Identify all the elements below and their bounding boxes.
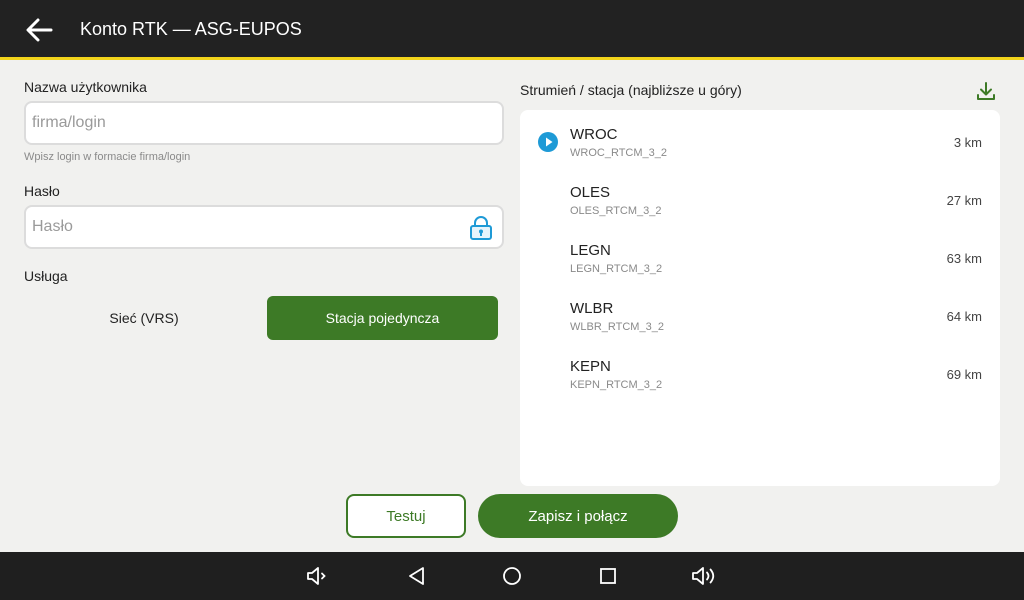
password-input[interactable] bbox=[32, 207, 452, 247]
station-stream: WROC_RTCM_3_2 bbox=[570, 147, 667, 159]
username-field[interactable] bbox=[24, 101, 504, 145]
volume-up-icon[interactable] bbox=[690, 564, 720, 588]
station-distance: 3 km bbox=[953, 135, 982, 150]
station-distance: 63 km bbox=[946, 251, 982, 266]
service-option-single-station[interactable]: Stacja pojedyncza bbox=[267, 296, 498, 340]
station-row-wlbr[interactable]: WLBR WLBR_RTCM_3_2 64 km bbox=[520, 290, 1000, 348]
stations-header: Strumień / stacja (najbliższe u góry) bbox=[520, 82, 742, 98]
station-row-legn[interactable]: LEGN LEGN_RTCM_3_2 63 km bbox=[520, 232, 1000, 290]
station-distance: 64 km bbox=[946, 309, 982, 324]
station-name: WROC bbox=[570, 126, 618, 143]
station-stream: KEPN_RTCM_3_2 bbox=[570, 379, 663, 391]
back-triangle-icon[interactable] bbox=[404, 564, 430, 588]
volume-down-icon[interactable] bbox=[305, 564, 331, 588]
station-stream: LEGN_RTCM_3_2 bbox=[570, 263, 663, 275]
station-row-oles[interactable]: OLES OLES_RTCM_3_2 27 km bbox=[520, 174, 1000, 232]
arrow-left-icon bbox=[26, 18, 53, 42]
download-icon[interactable] bbox=[975, 80, 997, 102]
username-label: Nazwa użytkownika bbox=[24, 79, 147, 95]
save-and-connect-button[interactable]: Zapisz i połącz bbox=[478, 494, 678, 538]
station-row-wroc[interactable]: WROC WROC_RTCM_3_2 3 km bbox=[520, 116, 1000, 174]
back-button[interactable] bbox=[22, 14, 56, 46]
stations-list: WROC WROC_RTCM_3_2 3 km OLES OLES_RTCM_3… bbox=[520, 110, 1000, 486]
appbar-accent-line bbox=[0, 57, 1024, 60]
station-distance: 27 km bbox=[946, 193, 982, 208]
station-name: WLBR bbox=[570, 300, 614, 317]
service-label: Usługa bbox=[24, 268, 68, 284]
password-field[interactable] bbox=[24, 205, 504, 249]
station-distance: 69 km bbox=[946, 367, 982, 382]
page-title: Konto RTK — ASG-EUPOS bbox=[80, 19, 302, 39]
system-nav-bar bbox=[0, 552, 1024, 600]
play-circle-icon bbox=[538, 132, 558, 152]
station-name: KEPN bbox=[570, 358, 611, 375]
station-stream: OLES_RTCM_3_2 bbox=[570, 205, 662, 217]
home-circle-icon[interactable] bbox=[499, 564, 525, 588]
station-name: OLES bbox=[570, 184, 611, 201]
service-option-vrs[interactable]: Sieć (VRS) bbox=[24, 296, 264, 340]
test-button[interactable]: Testuj bbox=[346, 494, 466, 538]
station-row-kepn[interactable]: KEPN KEPN_RTCM_3_2 69 km bbox=[520, 348, 1000, 406]
station-stream: WLBR_RTCM_3_2 bbox=[570, 321, 664, 333]
recents-square-icon[interactable] bbox=[595, 564, 621, 588]
lock-icon[interactable] bbox=[468, 215, 494, 241]
password-label: Hasło bbox=[24, 183, 60, 199]
username-helper: Wpisz login w formacie firma/login bbox=[24, 151, 191, 163]
username-input[interactable] bbox=[32, 103, 452, 143]
app-bar: Konto RTK — ASG-EUPOS bbox=[0, 0, 1024, 57]
station-name: LEGN bbox=[570, 242, 611, 259]
